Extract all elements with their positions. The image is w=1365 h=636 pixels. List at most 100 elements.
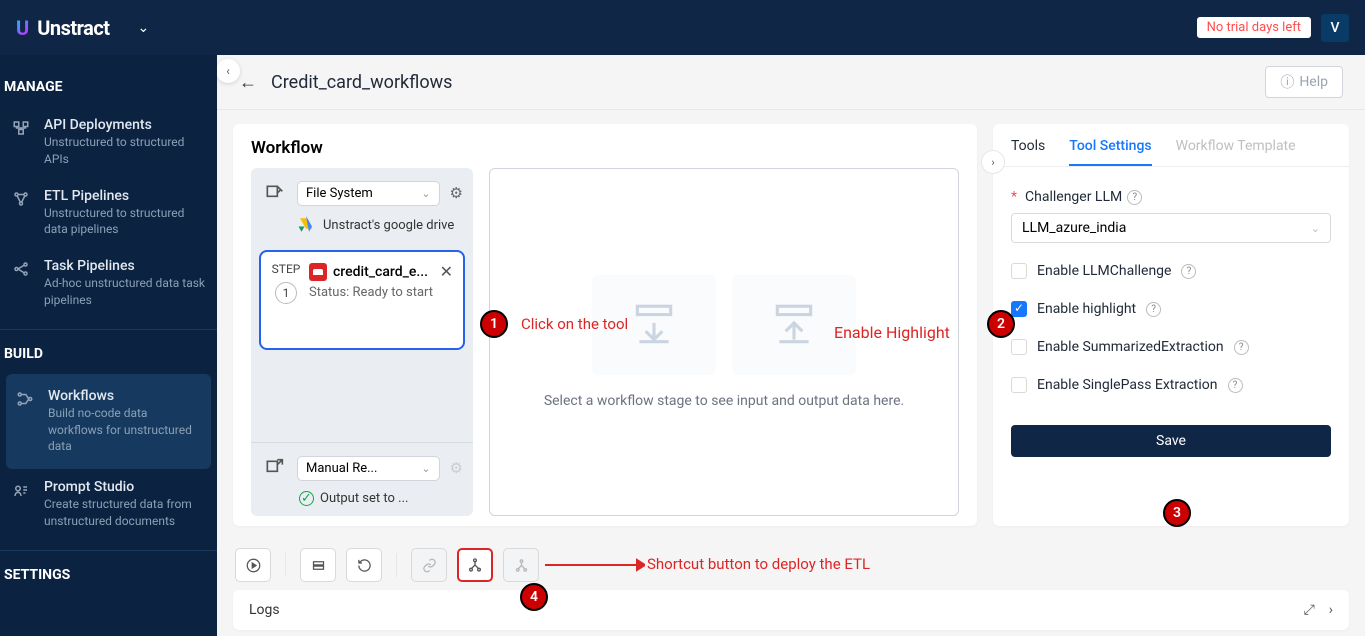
trial-badge: No trial days left: [1197, 17, 1311, 38]
pipeline-icon: [12, 188, 34, 212]
input-source-select[interactable]: File System ⌄: [297, 181, 440, 206]
workflow-preview: Select a workflow stage to see input and…: [489, 168, 959, 516]
sidebar-item-sub: Ad-hoc unstructured data task pipelines: [44, 275, 205, 309]
checkbox-icon[interactable]: [1011, 339, 1027, 355]
expand-icon[interactable]: ⤢: [1304, 602, 1315, 618]
sidebar-item-label: Task Pipelines: [44, 258, 205, 274]
output-dest-select[interactable]: Manual Re... ⌄: [297, 456, 440, 481]
workflow-heading: Workflow: [251, 138, 959, 158]
back-arrow-icon[interactable]: ←: [239, 72, 257, 93]
step-card[interactable]: STEP 1 credit_card_e... ✕ Status: Ready …: [259, 250, 465, 350]
sidebar-item-workflows[interactable]: WorkflowsBuild no-code data workflows fo…: [6, 374, 211, 469]
logs-title: Logs: [249, 602, 280, 618]
workflow-icon: [16, 388, 38, 412]
chevron-down-icon[interactable]: ⌄: [138, 20, 150, 36]
tabs: Tools Tool Settings Workflow Template: [993, 124, 1349, 167]
divider: [396, 553, 397, 577]
empty-message: Select a workflow stage to see input and…: [544, 393, 904, 409]
chevron-down-icon: ⌄: [1311, 222, 1320, 235]
checkbox-label: Enable SummarizedExtraction: [1037, 339, 1224, 355]
output-status: Output set to ...: [320, 491, 408, 506]
logo: U Unstract ⌄: [16, 16, 149, 40]
gear-icon[interactable]: ⚙: [450, 184, 463, 202]
import-icon: [261, 180, 287, 206]
tab-tool-settings[interactable]: Tool Settings: [1069, 138, 1151, 166]
check-icon: ✓: [299, 491, 314, 506]
drive-connection: Unstract's google drive: [251, 214, 473, 244]
logo-icon: U: [16, 16, 29, 40]
refresh-button[interactable]: [346, 548, 382, 582]
help-button[interactable]: ⓘ Help: [1265, 66, 1343, 98]
info-icon[interactable]: ?: [1234, 340, 1249, 355]
sidebar: MANAGE API DeploymentsUnstructured to st…: [0, 55, 217, 636]
info-icon[interactable]: ?: [1127, 190, 1142, 205]
topbar-right: No trial days left V: [1197, 14, 1349, 42]
chevron-right-icon[interactable]: ›: [1329, 602, 1333, 618]
close-icon[interactable]: ✕: [440, 262, 453, 281]
help-label: Help: [1299, 74, 1328, 90]
main: ‹ ← Credit_card_workflows ⓘ Help Workflo…: [217, 55, 1365, 636]
save-button[interactable]: Save: [1011, 425, 1331, 457]
logs-bar[interactable]: Logs ⤢ ›: [233, 590, 1349, 630]
sidebar-item-task-pipelines[interactable]: Task PipelinesAd-hoc unstructured data t…: [0, 248, 217, 319]
play-button[interactable]: [235, 548, 271, 582]
sidebar-heading-manage: MANAGE: [0, 73, 217, 107]
required-icon: *: [1011, 189, 1017, 205]
checkbox-summarized[interactable]: Enable SummarizedExtraction ?: [1011, 339, 1331, 355]
tool-icon: [309, 263, 327, 281]
annotation-badge-4: 4: [520, 583, 548, 611]
info-icon[interactable]: ?: [1146, 302, 1161, 317]
checkbox-singlepass[interactable]: Enable SinglePass Extraction ?: [1011, 377, 1331, 393]
task-icon: [12, 258, 34, 282]
input-source-value: File System: [306, 186, 373, 201]
divider: [285, 553, 286, 577]
challenger-label: * Challenger LLM ?: [1011, 189, 1331, 205]
info-icon[interactable]: ?: [1181, 264, 1196, 279]
challenger-select[interactable]: LLM_azure_india ⌄: [1011, 213, 1331, 243]
tab-tools[interactable]: Tools: [1011, 138, 1045, 166]
tool-name: credit_card_e...: [333, 264, 428, 280]
annotation-text-4: Shortcut button to deploy the ETL: [647, 555, 870, 573]
challenger-value: LLM_azure_india: [1022, 220, 1126, 236]
checkbox-icon[interactable]: [1011, 263, 1027, 279]
sidebar-item-label: ETL Pipelines: [44, 188, 205, 204]
divider: [0, 329, 217, 330]
checkbox-label: Enable highlight: [1037, 301, 1136, 317]
sidebar-item-label: API Deployments: [44, 117, 205, 133]
sidebar-item-sub: Create structured data from unstructured…: [44, 496, 205, 530]
annotation-text-2: Enable Highlight: [834, 323, 950, 342]
sidebar-item-etl-pipelines[interactable]: ETL PipelinesUnstructured to structured …: [0, 178, 217, 249]
annotation-text-1: Click on the tool: [521, 315, 628, 333]
tool-status: Status: Ready to start: [309, 285, 453, 300]
checkbox-icon[interactable]: [1011, 377, 1027, 393]
divider: [0, 550, 217, 551]
annotation-badge-1: 1: [480, 310, 508, 338]
sidebar-collapse-button[interactable]: ‹: [217, 59, 240, 83]
prompt-icon: [12, 479, 34, 503]
sidebar-item-sub: Build no-code data workflows for unstruc…: [48, 405, 201, 455]
step-label: STEP: [271, 262, 301, 276]
checkbox-llmchallenge[interactable]: Enable LLMChallenge ?: [1011, 263, 1331, 279]
annotation-badge-3: 3: [1163, 499, 1191, 527]
info-icon[interactable]: ?: [1228, 378, 1243, 393]
deploy-etl-button[interactable]: [457, 548, 493, 582]
sidebar-item-prompt-studio[interactable]: Prompt StudioCreate structured data from…: [0, 469, 217, 540]
sidebar-heading-build: BUILD: [0, 340, 217, 374]
annotation-badge-2: 2: [987, 310, 1015, 338]
avatar[interactable]: V: [1321, 14, 1349, 42]
panel-collapse-button[interactable]: ›: [981, 150, 1005, 174]
checkbox-label: Enable SinglePass Extraction: [1037, 377, 1218, 393]
drive-label: Unstract's google drive: [323, 218, 454, 233]
checkbox-highlight[interactable]: Enable highlight ?: [1011, 301, 1331, 317]
link-button: [411, 548, 447, 582]
help-icon: ⓘ: [1280, 72, 1294, 92]
topbar: U Unstract ⌄ No trial days left V: [0, 0, 1365, 55]
chevron-down-icon: ⌄: [421, 187, 430, 200]
checkbox-label: Enable LLMChallenge: [1037, 263, 1171, 279]
step-number: 1: [275, 282, 297, 304]
storage-button[interactable]: [300, 548, 336, 582]
sidebar-item-api-deployments[interactable]: API DeploymentsUnstructured to structure…: [0, 107, 217, 178]
annotation-arrow: [545, 557, 645, 573]
export-icon: [261, 455, 287, 481]
tab-workflow-template: Workflow Template: [1176, 138, 1296, 166]
